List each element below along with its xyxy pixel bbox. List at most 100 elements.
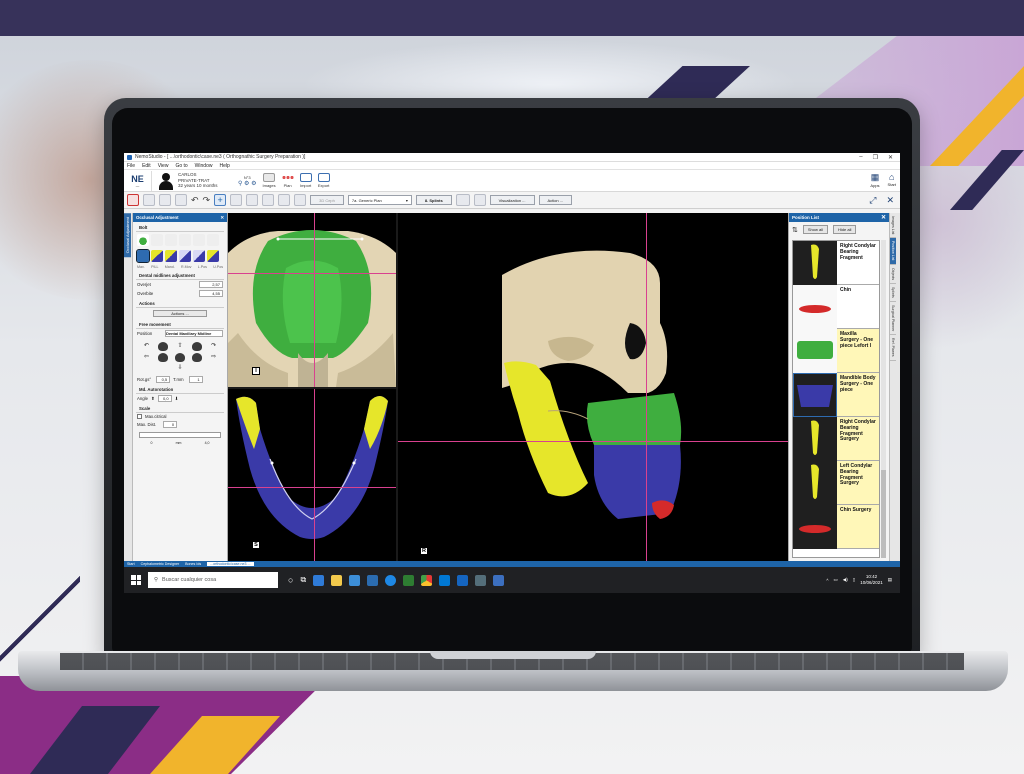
skype-icon[interactable] [385,574,397,586]
nemostudio-task-icon[interactable] [475,574,487,586]
overjet-field[interactable]: 2,57 [199,281,223,288]
overbite-field[interactable]: 4,55 [199,290,223,297]
search-tools-icon[interactable]: ⚲ ⚙ ⚙ [238,180,257,187]
minimize-button[interactable]: – [859,154,862,161]
volume-icon[interactable]: ◀) [843,577,848,583]
clock[interactable]: 10:42 10/06/2021 [860,574,883,586]
list-item[interactable]: Right Condylar Bearing Fragment [793,241,879,285]
menu-file[interactable]: File [127,163,135,169]
viewport-inferior[interactable]: I [228,213,396,387]
taskbar-search[interactable]: ⚲ Buscar cualquier cosa [148,572,278,588]
menu-goto[interactable]: Go to [175,163,187,169]
head-front-icon[interactable] [158,353,169,362]
start-button[interactable]: ⌂ Start [888,172,896,188]
mandible-tool-icon[interactable] [165,234,177,246]
plan-select[interactable]: 7a. Generic Plan ▾ [347,195,412,205]
images-button[interactable]: Images [263,173,276,188]
windows-start-icon[interactable] [128,572,144,588]
tab-surgical-planner[interactable]: Surgical Planner [890,302,896,336]
list-item[interactable]: Chin Surgery [793,505,879,549]
tray-up-icon[interactable]: ^ [826,578,828,583]
list-item[interactable]: Left Condylar Bearing Fragment Surgery [793,461,879,505]
doc-tab-case[interactable]: ...orthodontic\case.ne3 ... [207,562,254,566]
condyle-tool-icon[interactable] [151,250,163,262]
rotate-left-icon[interactable]: ↶ [139,342,154,351]
rotation-field[interactable]: 0,5 [156,376,171,383]
store-icon[interactable] [349,574,361,586]
splints-button[interactable]: 8. Splints [415,195,452,205]
angle-down-icon[interactable]: ⬇ [175,396,179,402]
articulator-icon[interactable] [455,194,470,206]
view-tool-icon[interactable] [278,194,291,206]
action-button[interactable]: Action ... [538,195,573,205]
teeth-tool-icon[interactable] [230,194,243,206]
printer-icon[interactable] [473,194,486,206]
select-tool-icon[interactable] [127,194,139,206]
condyle-tool-icon-3[interactable] [207,250,219,262]
rmov-tool-icon[interactable] [179,234,191,246]
import-button[interactable]: Import [299,173,312,188]
upos-tool-icon[interactable] [207,234,219,246]
max-checkbox[interactable] [137,414,142,419]
redo-icon[interactable]: ↷ [203,195,211,206]
tab-objects[interactable]: Objects [890,265,896,284]
doc-tab-ceph[interactable]: Cephalometric Designer [141,562,180,566]
angle-field[interactable]: 0,0 [157,395,172,402]
max-dist-field[interactable]: 0 [163,421,178,428]
edge-icon[interactable] [313,574,325,586]
segment-tool-icon[interactable] [246,194,259,206]
lpos-tool-icon[interactable] [193,234,205,246]
crosshair-tool-icon[interactable]: + [214,194,227,206]
sort-icon[interactable]: ⇅ [792,226,798,234]
tab-occlusal-adjustment[interactable]: Occlusal Adjustment [124,213,131,258]
doc-tab-bones[interactable]: Bones Ids [185,562,201,566]
angle-up-icon[interactable]: ⬆ [151,396,155,402]
3d-ceph-button[interactable]: 3D Ceph [310,195,344,205]
head-right-icon[interactable] [191,342,202,351]
fullscreen-icon[interactable]: ⤢ [869,195,876,206]
translation-field[interactable]: 1 [188,376,203,383]
mandible-pos-icon-2[interactable] [193,250,205,262]
screenshot-icon[interactable] [159,194,171,206]
move-left-icon[interactable]: ⇦ [139,353,154,362]
menu-view[interactable]: View [158,163,169,169]
head-side-icon[interactable] [191,353,202,362]
mandible-pos-icon[interactable] [179,250,191,262]
app-logo[interactable]: NE — [124,170,152,191]
move-right-icon[interactable]: ⇨ [206,353,221,362]
apps-button[interactable]: ▦ Apps [870,172,879,188]
list-item[interactable]: Chin [793,285,879,329]
position-list-close-icon[interactable]: ✕ [881,214,889,221]
outlook-icon[interactable] [439,574,451,586]
tab-position-list[interactable]: Position List [890,238,896,265]
close-view-icon[interactable]: ✕ [886,195,894,206]
battery-icon[interactable]: ▯ [853,577,855,583]
maximize-button[interactable]: ❐ [873,154,878,161]
maxilla-tool-icon[interactable] [137,234,149,246]
scale-slider[interactable] [139,432,221,438]
list-item-selected[interactable]: Mandible Body Surgery - One piece [793,373,879,417]
menu-window[interactable]: Window [195,163,213,169]
head-left-icon[interactable] [158,342,169,351]
tab-images-list[interactable]: Images List [890,213,896,239]
tab-ref-planes[interactable]: Ref. Planes [890,335,896,361]
doc-tab-start[interactable]: Start [127,562,135,566]
undo-icon[interactable]: ↶ [191,195,199,206]
app-icon-blue[interactable] [493,574,505,586]
visualization-button[interactable]: Visualization ... [489,195,535,205]
image-tool-icon[interactable] [262,194,275,206]
list-item[interactable]: Right Condylar Bearing Fragment Surgery [793,417,879,461]
save-icon[interactable] [143,194,155,206]
hide-all-button[interactable]: Hide all [833,225,857,234]
task-view-icon[interactable]: ⧉ [300,575,306,585]
position-select[interactable]: Dental Maxillary Midline [165,330,223,337]
layout-icon[interactable] [175,194,187,206]
tab-splints[interactable]: Splints [890,284,896,302]
move-down-icon[interactable]: ⇩ [173,364,188,371]
cortana-icon[interactable]: ○ [288,575,293,585]
menu-help[interactable]: Help [219,163,229,169]
position-list-scrollbar[interactable] [881,240,886,558]
menu-edit[interactable]: Edit [142,163,151,169]
panel-close-icon[interactable]: ✕ [220,215,227,221]
actions-button[interactable]: Actions ... [153,310,207,317]
